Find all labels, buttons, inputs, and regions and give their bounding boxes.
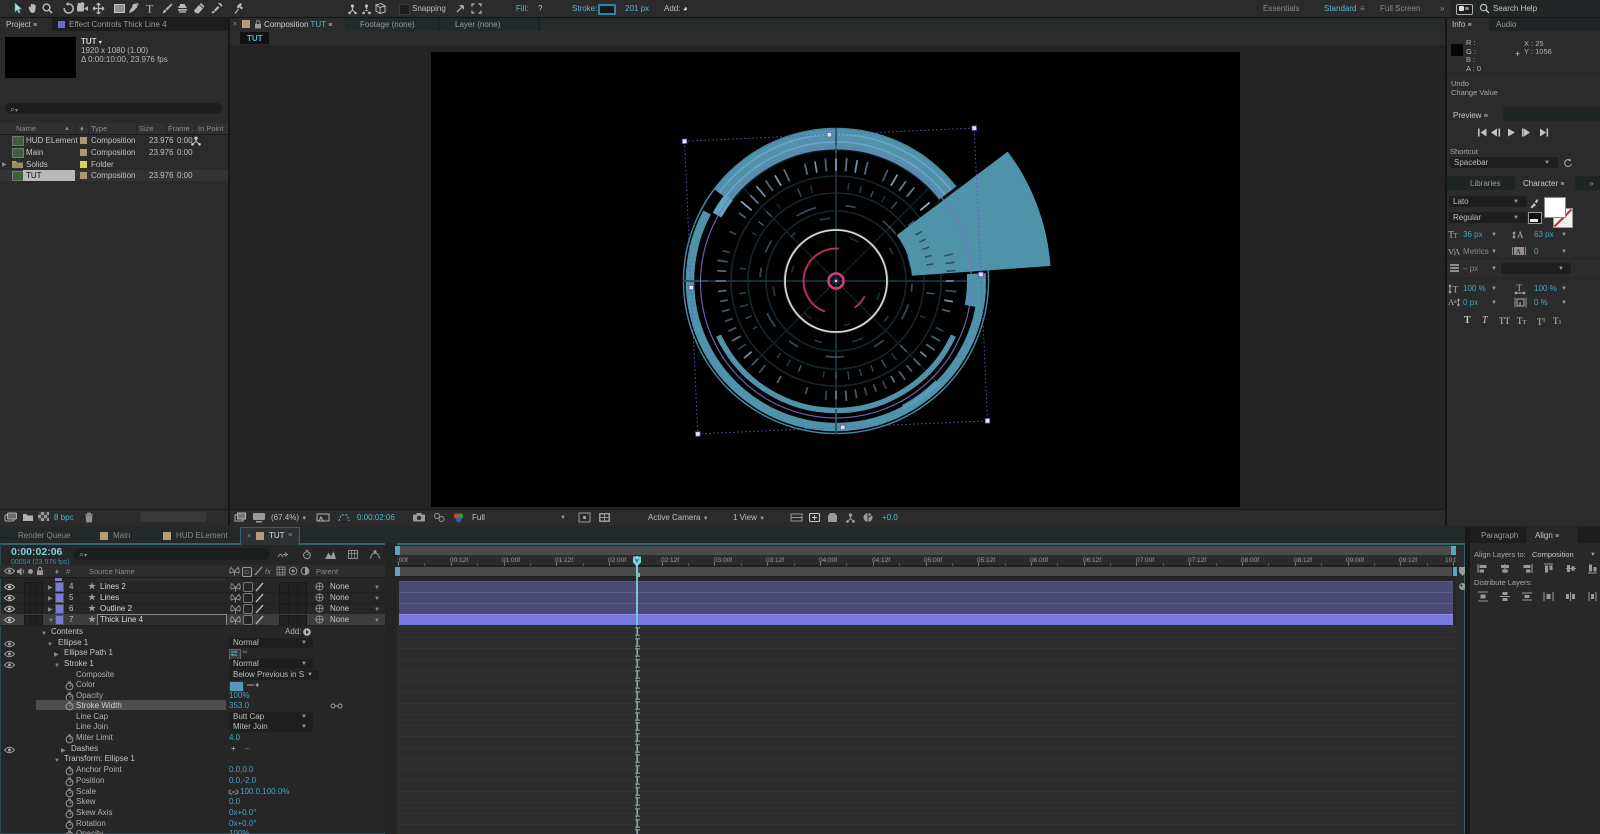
svg-text:a: a xyxy=(1454,299,1457,305)
svg-text:A: A xyxy=(1454,247,1461,257)
svg-text:T: T xyxy=(146,2,154,16)
svg-text:A: A xyxy=(1516,247,1522,256)
svg-text:T: T xyxy=(1517,283,1523,293)
svg-text:a: a xyxy=(1519,300,1522,307)
svg-text:T: T xyxy=(1453,286,1459,296)
svg-text:A: A xyxy=(1517,230,1524,240)
svg-text:T: T xyxy=(1454,232,1459,240)
